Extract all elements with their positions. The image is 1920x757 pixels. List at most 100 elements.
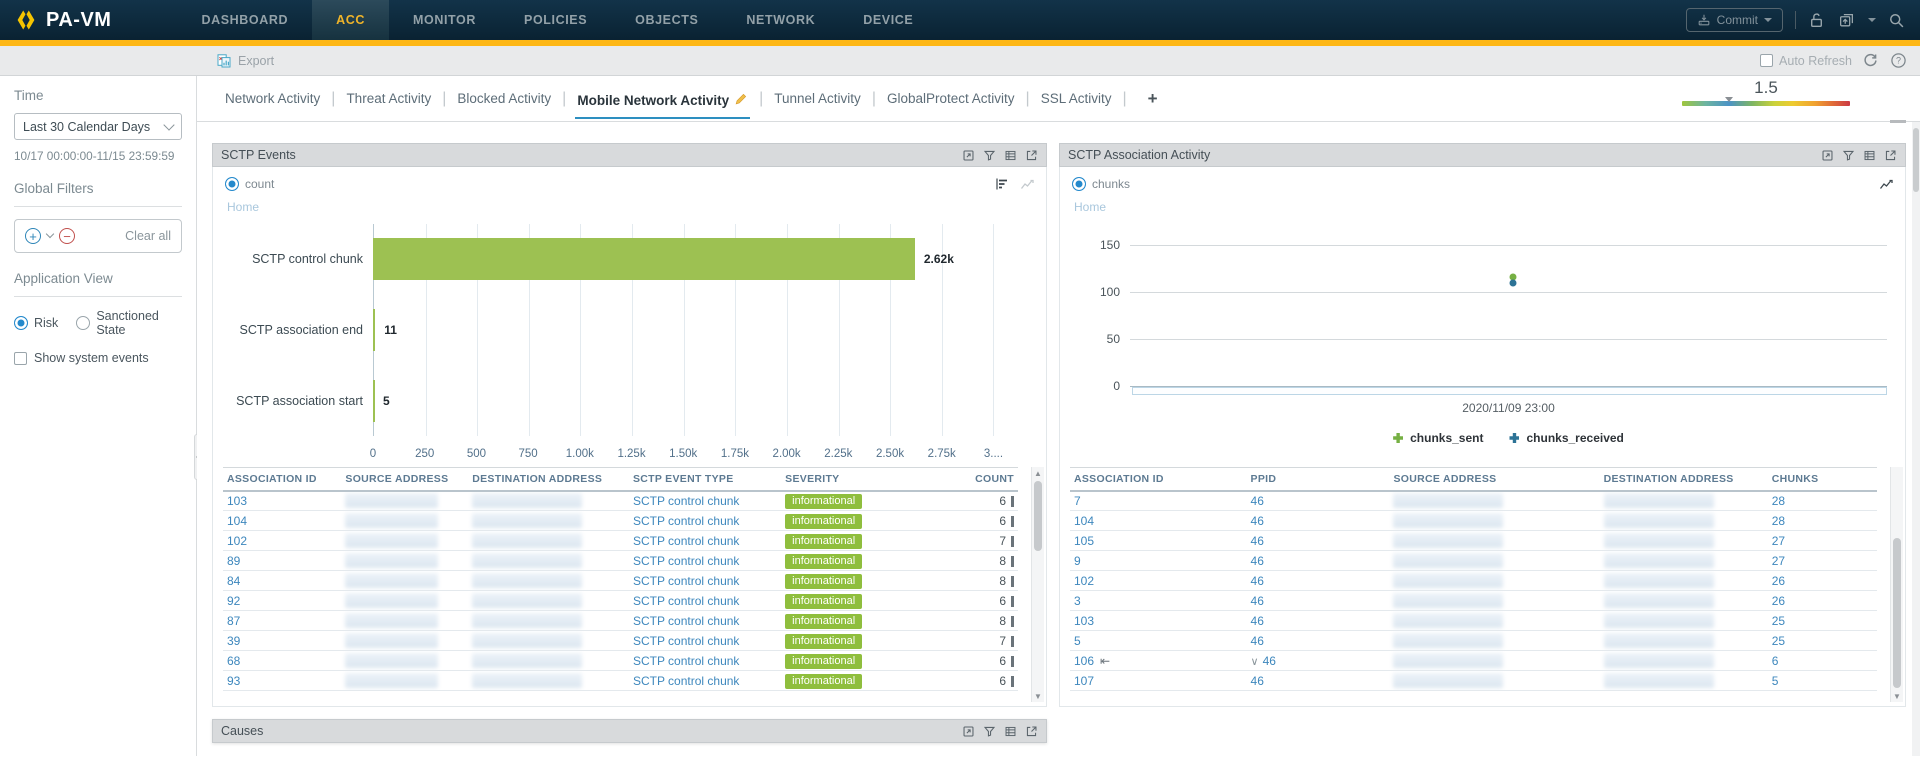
scroll-up-arrow[interactable]: ▲ (1032, 467, 1044, 479)
association-id-link[interactable]: 103 (227, 494, 247, 508)
nav-item-objects[interactable]: OBJECTS (611, 0, 722, 40)
association-id-link[interactable]: 68 (227, 654, 240, 668)
sctp-event-type-link[interactable]: SCTP control chunk (633, 554, 740, 568)
association-id-link[interactable]: 5 (1074, 634, 1081, 648)
nav-item-network[interactable]: NETWORK (722, 0, 839, 40)
column-header[interactable]: SOURCE ADDRESS (1389, 468, 1599, 491)
ppid-link[interactable]: 46 (1251, 574, 1264, 588)
sctp-event-type-link[interactable]: SCTP control chunk (633, 574, 740, 588)
jump-to-logs-icon[interactable] (1025, 149, 1038, 162)
help-icon[interactable]: ? (1890, 52, 1908, 70)
association-id-link[interactable]: 3 (1074, 594, 1081, 608)
add-filter-icon[interactable]: + (25, 228, 41, 244)
association-id-link[interactable]: 104 (1074, 514, 1094, 528)
association-id-link[interactable]: 92 (227, 594, 240, 608)
column-header[interactable]: DESTINATION ADDRESS (468, 468, 629, 491)
lock-icon[interactable] (1808, 11, 1826, 29)
chunks-link[interactable]: 27 (1772, 554, 1785, 568)
nav-item-dashboard[interactable]: DASHBOARD (177, 0, 312, 40)
sctp-event-type-link[interactable]: SCTP control chunk (633, 634, 740, 648)
tab-mobile-network-activity[interactable]: Mobile Network Activity (575, 88, 750, 119)
refresh-icon[interactable] (1862, 52, 1880, 70)
association-id-link[interactable]: 106 (1074, 654, 1094, 668)
sanctioned-state-radio[interactable] (76, 316, 90, 330)
clear-all-button[interactable]: Clear all (125, 229, 171, 243)
ppid-link[interactable]: 46 (1251, 594, 1264, 608)
events-table-scrollbar[interactable]: ▲ ▼ (1031, 467, 1044, 702)
chunks-link[interactable]: 5 (1772, 674, 1779, 688)
ppid-link[interactable]: 46 (1251, 554, 1264, 568)
jump-to-logs-icon[interactable] (1025, 725, 1038, 738)
filter-icon[interactable] (983, 149, 996, 162)
nav-item-policies[interactable]: POLICIES (500, 0, 611, 40)
show-system-events-option[interactable]: Show system events (14, 351, 182, 365)
bar-chart-icon[interactable] (994, 176, 1010, 192)
association-id-link[interactable]: 105 (1074, 534, 1094, 548)
sctp-event-type-link[interactable]: SCTP control chunk (633, 614, 740, 628)
bar[interactable] (373, 309, 375, 351)
sctp-event-type-link[interactable]: SCTP control chunk (633, 674, 740, 688)
export-button[interactable]: Export (216, 53, 274, 69)
auto-refresh-control[interactable]: Auto Refresh (1760, 54, 1852, 68)
association-table-scrollbar[interactable]: ▼ (1890, 467, 1903, 702)
sctp-event-type-link[interactable]: SCTP control chunk (633, 514, 740, 528)
table-view-icon[interactable] (1863, 149, 1876, 162)
legend-item-chunks_received[interactable]: chunks_received (1509, 431, 1623, 445)
ppid-link[interactable]: 46 (1251, 534, 1264, 548)
table-view-icon[interactable] (1004, 149, 1017, 162)
ppid-link[interactable]: 46 (1251, 494, 1264, 508)
commit-button[interactable]: Commit (1686, 8, 1783, 32)
chunks-link[interactable]: 6 (1772, 654, 1779, 668)
tab-network-activity[interactable]: Network Activity (223, 87, 322, 110)
association-id-link[interactable]: 39 (227, 634, 240, 648)
bar[interactable] (373, 380, 375, 422)
horizontal-scrollbar-thumb[interactable] (1890, 120, 1906, 123)
chunks-link[interactable]: 28 (1772, 494, 1785, 508)
association-id-link[interactable]: 107 (1074, 674, 1094, 688)
association-id-link[interactable]: 9 (1074, 554, 1081, 568)
column-header[interactable]: CHUNKS (1768, 468, 1877, 491)
filter-icon[interactable] (1842, 149, 1855, 162)
page-scrollbar[interactable] (1912, 122, 1920, 756)
chunks-metric-radio[interactable] (1072, 177, 1086, 191)
column-header[interactable]: ASSOCIATION ID (1070, 468, 1247, 491)
line-chart-icon[interactable] (1020, 176, 1036, 192)
chunks-link[interactable]: 27 (1772, 534, 1785, 548)
scrollbar-thumb[interactable] (1893, 538, 1901, 688)
nav-item-device[interactable]: DEVICE (839, 0, 937, 40)
auto-refresh-checkbox[interactable] (1760, 54, 1773, 67)
chunks-link[interactable]: 26 (1772, 594, 1785, 608)
column-header[interactable]: COUNT (908, 468, 1018, 491)
ppid-link[interactable]: 46 (1251, 514, 1264, 528)
column-header[interactable]: SCTP EVENT TYPE (629, 468, 781, 491)
scroll-down-arrow[interactable]: ▼ (1891, 690, 1903, 702)
chevron-down-icon[interactable] (1868, 18, 1876, 22)
show-system-events-checkbox[interactable] (14, 352, 27, 365)
chunks-link[interactable]: 26 (1772, 574, 1785, 588)
association-id-link[interactable]: 84 (227, 574, 240, 588)
maximize-icon[interactable] (962, 725, 975, 738)
tab-globalprotect-activity[interactable]: GlobalProtect Activity (885, 87, 1017, 110)
tab-blocked-activity[interactable]: Blocked Activity (455, 87, 553, 110)
scroll-down-arrow[interactable]: ▼ (1032, 690, 1044, 702)
association-id-link[interactable]: 104 (227, 514, 247, 528)
maximize-icon[interactable] (962, 149, 975, 162)
column-header[interactable]: PPID (1247, 468, 1390, 491)
ppid-link[interactable]: 46 (1251, 674, 1264, 688)
column-header[interactable]: DESTINATION ADDRESS (1600, 468, 1768, 491)
jump-to-logs-icon[interactable] (1884, 149, 1897, 162)
tab-ssl-activity[interactable]: SSL Activity (1039, 87, 1114, 110)
page-scrollbar-thumb[interactable] (1913, 128, 1919, 192)
chevron-down-icon[interactable]: ∨ (1251, 656, 1259, 668)
nav-item-acc[interactable]: ACC (312, 0, 389, 40)
association-id-link[interactable]: 102 (227, 534, 247, 548)
tab-threat-activity[interactable]: Threat Activity (344, 87, 433, 110)
breadcrumb[interactable]: Home (213, 192, 1046, 214)
sctp-event-type-link[interactable]: SCTP control chunk (633, 594, 740, 608)
scrollbar-thumb[interactable] (1034, 481, 1042, 551)
nav-item-monitor[interactable]: MONITOR (389, 0, 500, 40)
breadcrumb[interactable]: Home (1060, 192, 1905, 214)
add-tab-button[interactable]: + (1148, 89, 1158, 109)
sctp-event-type-link[interactable]: SCTP control chunk (633, 654, 740, 668)
chart-brush-bar[interactable] (1132, 387, 1887, 395)
